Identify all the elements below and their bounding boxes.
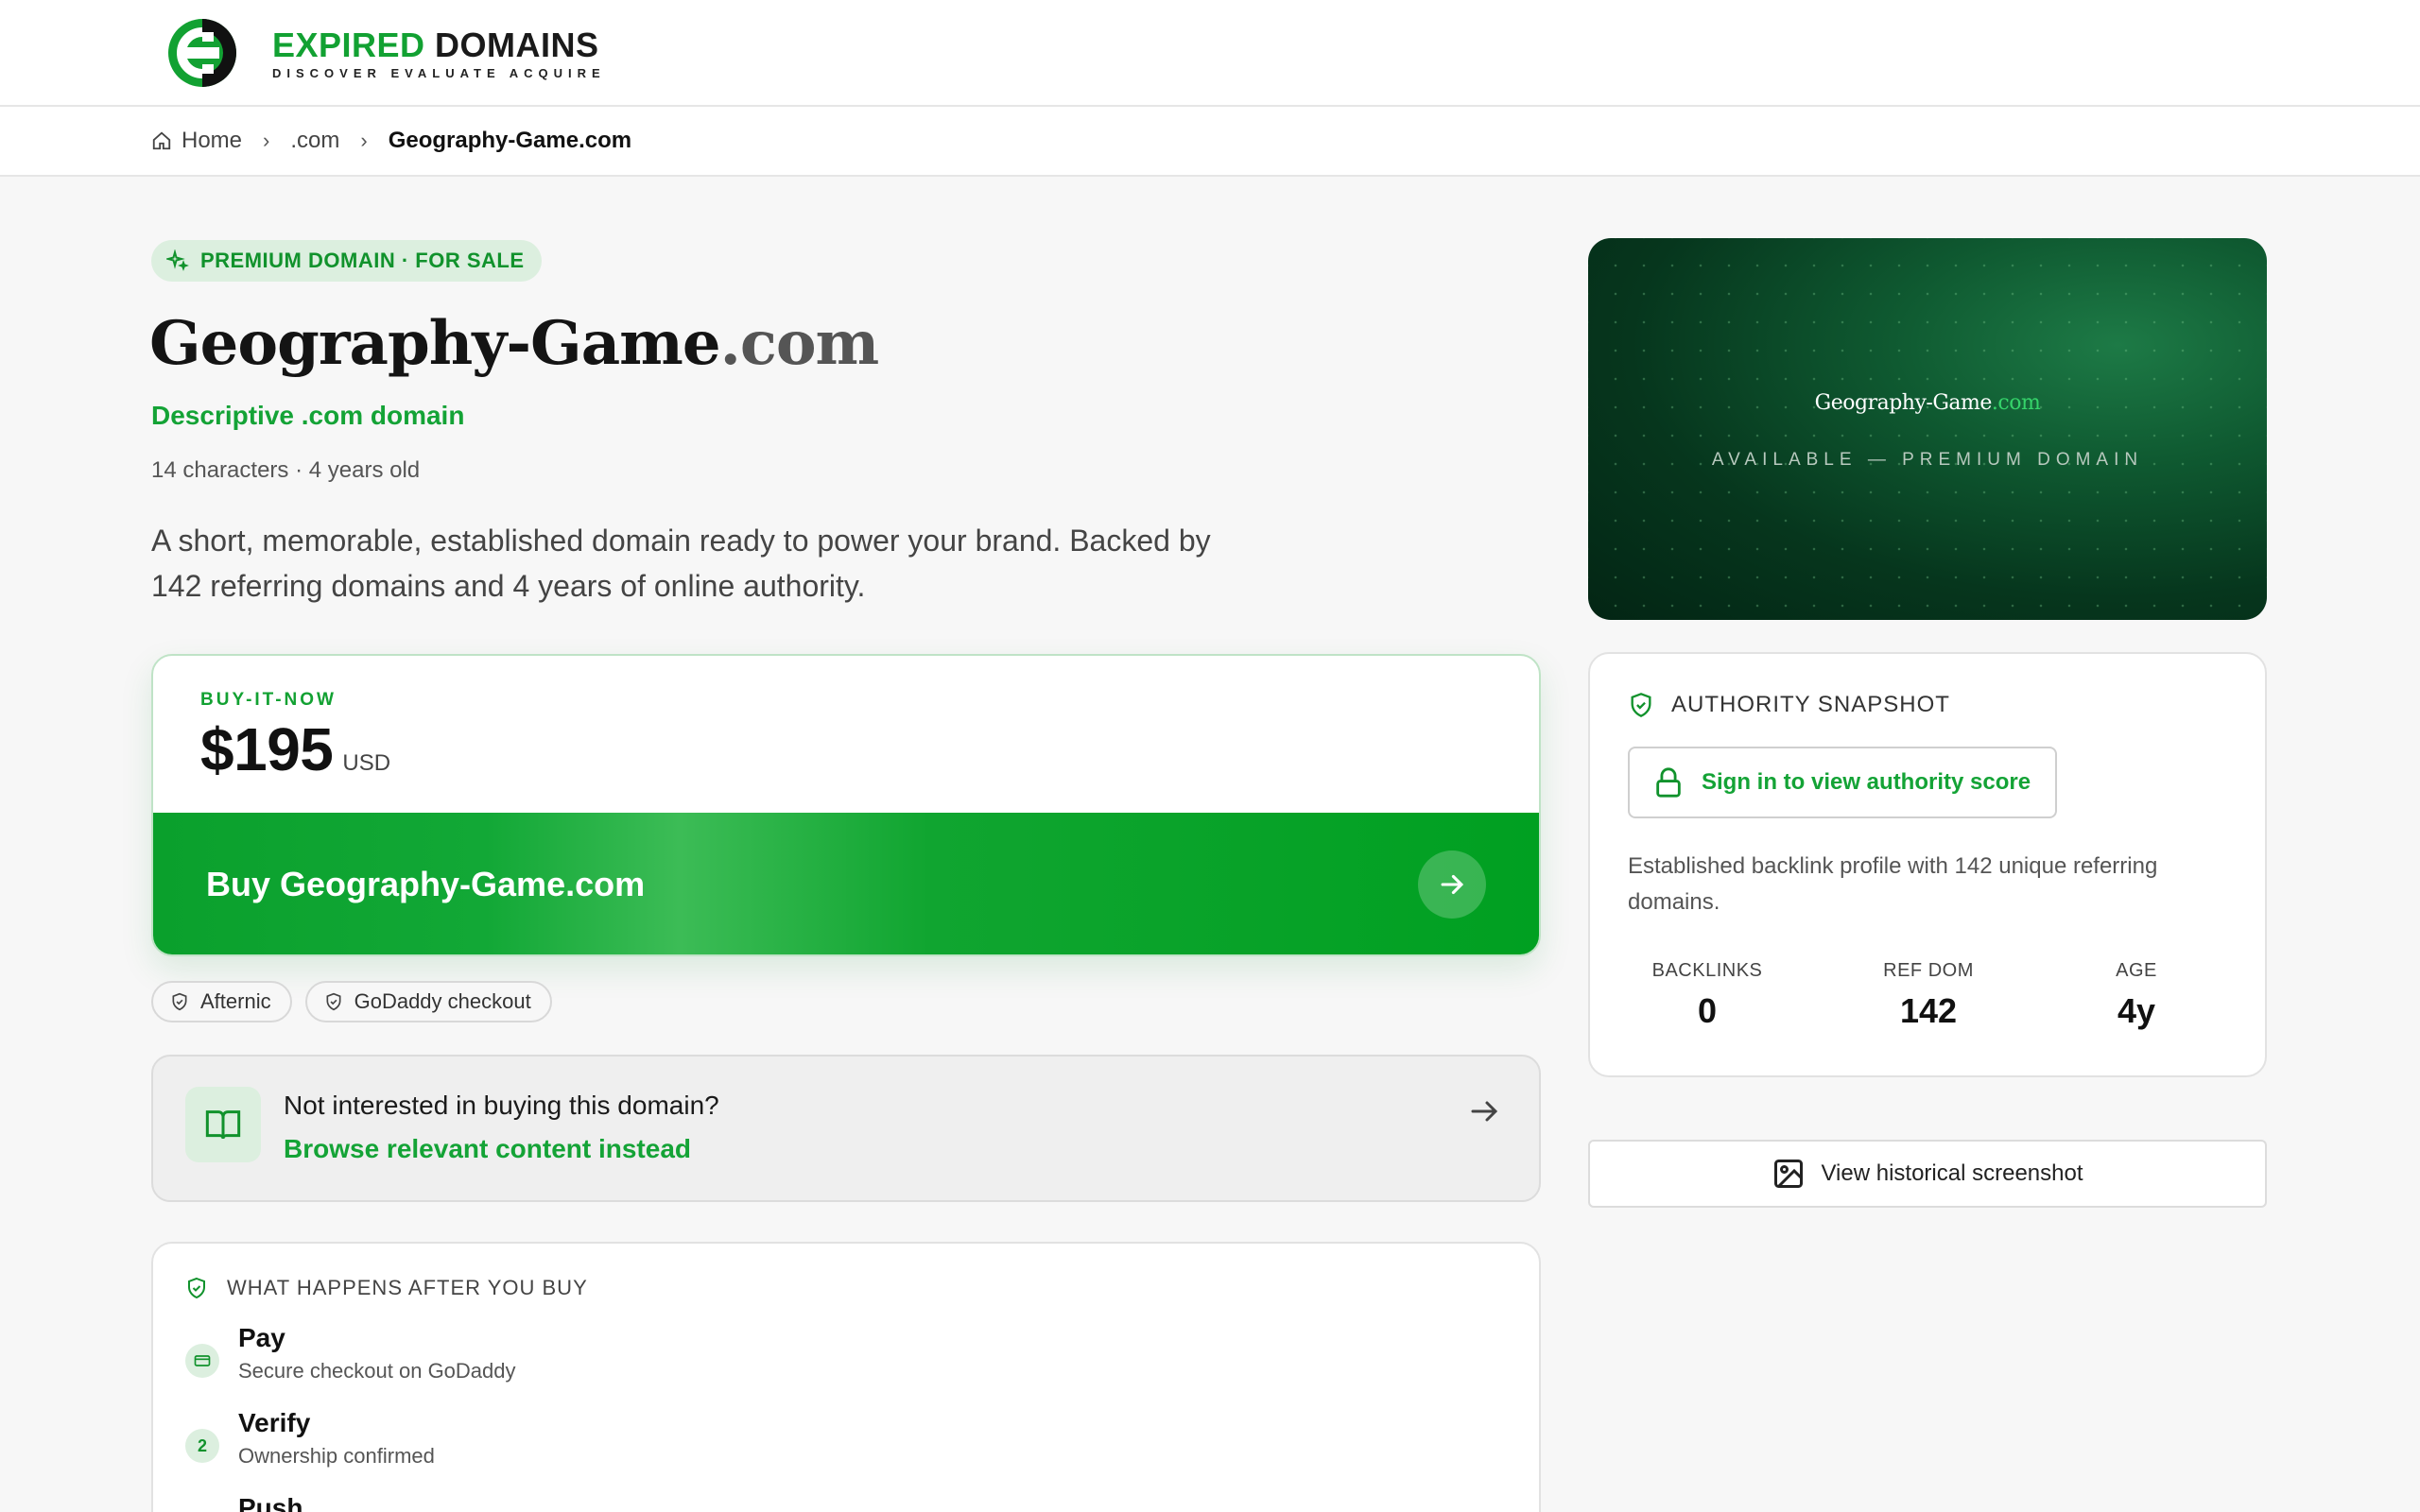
browse-content-card[interactable]: Not interested in buying this domain? Br… (151, 1055, 1541, 1202)
site-header: EXPIRED DOMAINS DISCOVER EVALUATE ACQUIR… (0, 0, 2420, 107)
step-subtitle: Ownership confirmed (238, 1444, 435, 1468)
breadcrumb-bar: Home › .com › Geography-Game.com (0, 107, 2420, 177)
shield-check-icon (326, 992, 341, 1011)
step-title: Push (238, 1493, 303, 1512)
domain-hero-image: Geography-Game.com AVAILABLE — PREMIUM D… (1588, 238, 2267, 620)
shield-check-icon (1631, 693, 1651, 717)
hero-tagline: AVAILABLE — PREMIUM DOMAIN (1711, 450, 2144, 470)
view-historical-screenshot-button[interactable]: View historical screenshot (1588, 1140, 2267, 1208)
page-title: Geography-Game.com (149, 308, 879, 379)
premium-badge: PREMIUM DOMAIN · FOR SALE (151, 240, 542, 282)
breadcrumb-current: Geography-Game.com (388, 128, 632, 153)
step-subtitle: Secure checkout on GoDaddy (238, 1359, 516, 1383)
lock-icon (1656, 767, 1681, 798)
logo-subtitle: DISCOVER EVALUATE ACQUIRE (272, 65, 606, 80)
browse-content-link[interactable]: Browse relevant content instead (284, 1134, 691, 1164)
breadcrumb-tld[interactable]: .com (290, 128, 339, 154)
browse-question: Not interested in buying this domain? (284, 1091, 719, 1120)
domain-subtitle: Descriptive .com domain (151, 401, 465, 430)
authority-snapshot-card: AUTHORITY SNAPSHOT Sign in to view autho… (1588, 652, 2267, 1077)
domain-meta: 14 characters · 4 years old (151, 457, 421, 483)
after-purchase-card: WHAT HAPPENS AFTER YOU BUY Pay Secure ch… (151, 1242, 1541, 1512)
price-currency: USD (342, 750, 391, 776)
site-logo[interactable]: EXPIRED DOMAINS DISCOVER EVALUATE ACQUIR… (164, 15, 606, 91)
stat-ref-dom: REF DOM 142 (1883, 960, 1974, 1030)
buy-button-label: Buy Geography-Game.com (206, 865, 646, 903)
chevron-right-icon: › (360, 129, 368, 152)
price: $195 USD (200, 714, 390, 784)
breadcrumb-home[interactable]: Home (182, 128, 242, 154)
breadcrumb: Home › .com › Geography-Game.com (151, 128, 631, 154)
step-title: Verify (238, 1408, 311, 1437)
buy-card: BUY-IT-NOW $195 USD Buy Geography-Game.c… (151, 654, 1541, 956)
steps-heading: WHAT HAPPENS AFTER YOU BUY (185, 1276, 588, 1300)
badge-label: PREMIUM DOMAIN · FOR SALE (200, 249, 525, 272)
logo-mark-icon (168, 19, 236, 87)
buy-button[interactable]: Buy Geography-Game.com (153, 813, 1539, 954)
stat-backlinks: BACKLINKS 0 (1651, 960, 1763, 1030)
arrow-right-icon (1418, 850, 1486, 919)
hero-domain: Geography-Game.com (1814, 391, 2041, 415)
shield-check-icon (188, 1277, 205, 1299)
authority-heading: AUTHORITY SNAPSHOT (1628, 692, 1950, 718)
credit-card-icon (185, 1344, 219, 1378)
authority-description: Established backlink profile with 142 un… (1628, 853, 2158, 915)
sparkle-icon (166, 249, 189, 271)
dot-grid-pattern (1588, 238, 2267, 620)
home-icon (152, 131, 171, 150)
sign-in-authority-button[interactable]: Sign in to view authority score (1628, 747, 2058, 818)
stat-age: AGE 4y (2116, 960, 2157, 1030)
chip-godaddy: GoDaddy checkout (304, 981, 552, 1022)
step-pay: Pay Secure checkout on GoDaddy (185, 1323, 516, 1383)
image-icon (1774, 1160, 1804, 1188)
buy-label: BUY-IT-NOW (200, 690, 337, 710)
logo-title: EXPIRED DOMAINS (272, 25, 599, 64)
step-number: 2 (185, 1429, 219, 1463)
price-amount: $195 (200, 715, 334, 783)
domain-description: A short, memorable, established domain r… (151, 524, 1211, 603)
checkout-chips: Afternic GoDaddy checkout (151, 981, 565, 1022)
book-open-icon (185, 1087, 261, 1162)
shield-check-icon (172, 992, 187, 1011)
chip-afternic: Afternic (151, 981, 292, 1022)
step-push: 3 Push (185, 1493, 302, 1512)
step-verify: 2 Verify Ownership confirmed (185, 1408, 435, 1469)
chevron-right-icon: › (263, 129, 270, 152)
step-title: Pay (238, 1323, 285, 1352)
arrow-right-icon (1471, 1101, 1498, 1122)
